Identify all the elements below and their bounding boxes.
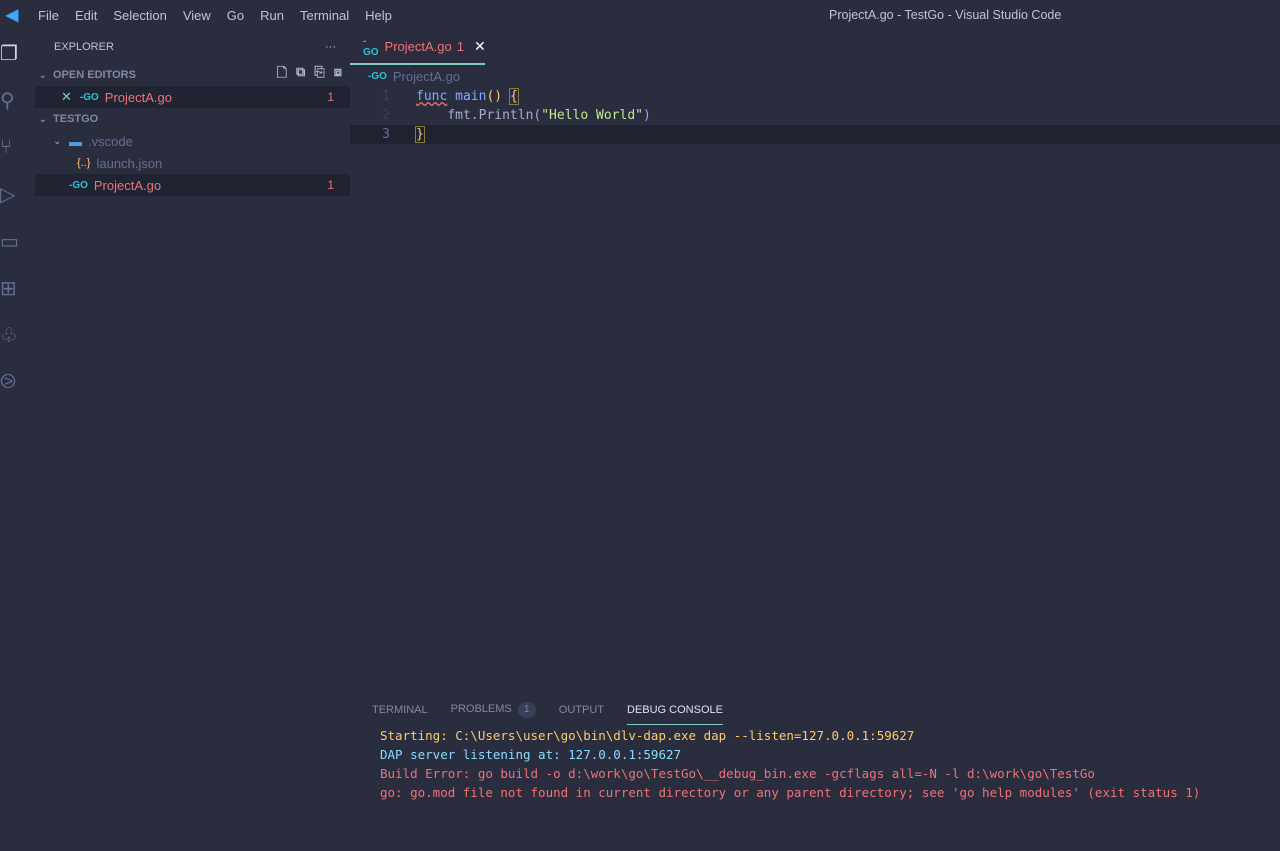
folder-icon: ▬	[69, 133, 82, 149]
json-file-icon: {..}	[77, 157, 91, 169]
source-control-icon[interactable]: ⑂	[0, 124, 24, 171]
menu-file[interactable]: File	[30, 8, 67, 23]
powershell-icon[interactable]: ⧁	[0, 359, 24, 406]
parens: ()	[486, 89, 503, 104]
open-editor-item[interactable]: ✕ -GO ProjectA.go 1	[35, 86, 350, 108]
brace: }	[415, 126, 425, 143]
file-name: ProjectA.go	[93, 177, 162, 193]
vscode-logo-icon: ◀	[5, 7, 19, 24]
section-label: OPEN EDITORS	[53, 69, 136, 81]
more-actions-button[interactable]: ···	[325, 41, 336, 53]
line-number: 1	[382, 89, 390, 104]
search-icon[interactable]: ⚲	[0, 77, 24, 124]
close-icon[interactable]: ✕	[474, 38, 486, 55]
file-item[interactable]: {..} launch.json	[35, 152, 350, 174]
menu-selection[interactable]: Selection	[105, 8, 174, 23]
console-line: Starting: C:\Users\user\go\bin\dlv-dap.e…	[380, 728, 915, 743]
tab-label: ProjectA.go	[384, 39, 452, 54]
code-editor[interactable]: 1 func main() { 2 fmt.Println("Hello Worl…	[350, 87, 1280, 144]
problem-badge: 1	[327, 178, 334, 192]
breadcrumb-file[interactable]: ProjectA.go	[393, 69, 460, 84]
console-line: go: go.mod file not found in current dir…	[380, 785, 1201, 800]
go-file-icon: -GO	[368, 70, 387, 82]
bottom-panel: TERMINAL PROBLEMS 1 OUTPUT DEBUG CONSOLE …	[350, 695, 1280, 851]
open-editors-section[interactable]: ⌄ OPEN EDITORS 🗋 ⧉ ⎘ ⧈	[35, 64, 350, 86]
window-title: ProjectA.go - TestGo - Visual Studio Cod…	[829, 8, 1062, 22]
problems-count-badge: 1	[517, 702, 536, 718]
tab-label: PROBLEMS	[450, 703, 512, 715]
tab-projecta-go[interactable]: -GO ProjectA.go 1 ✕	[350, 30, 486, 65]
breadcrumb[interactable]: -GO ProjectA.go	[350, 65, 1280, 87]
new-file-icon[interactable]: 🗋	[277, 64, 287, 86]
tab-debug-console[interactable]: DEBUG CONSOLE	[627, 695, 723, 725]
menu-go[interactable]: Go	[219, 8, 252, 23]
problem-badge: 1	[456, 39, 464, 54]
activity-bar: ❐ ⚲ ⑂ ▷ ▭ ⊞ ♧ ⧁	[0, 30, 24, 851]
function-name: main	[455, 89, 487, 104]
line-number: 3	[382, 127, 390, 142]
code-line: 3}	[350, 125, 1280, 144]
explorer-title: EXPLORER	[54, 41, 114, 53]
close-icon[interactable]: ✕	[61, 89, 72, 105]
editor-area: -GO ProjectA.go 1 ✕ -GO ProjectA.go 1 func…	[350, 30, 1280, 695]
identifier: fmt.Println	[447, 108, 534, 123]
explorer-icon[interactable]: ❐	[0, 30, 24, 77]
explorer-sidebar: EXPLORER ··· ⌄ OPEN EDITORS 🗋 ⧉ ⎘ ⧈ ✕ -GO Pro…	[35, 30, 350, 851]
file-item[interactable]: -GO ProjectA.go 1	[35, 174, 350, 196]
string-literal: "Hello World"	[541, 108, 643, 123]
remote-explorer-icon[interactable]: ▭	[0, 218, 24, 265]
code-line: 1 func main() {	[350, 87, 1280, 106]
chevron-down-icon: ⌄	[39, 113, 47, 124]
tab-terminal[interactable]: TERMINAL	[372, 704, 428, 716]
line-number: 2	[382, 108, 390, 123]
tree-icon[interactable]: ♧	[0, 312, 24, 359]
menu-edit[interactable]: Edit	[67, 8, 105, 23]
menu-help[interactable]: Help	[357, 8, 400, 23]
debug-console-output[interactable]: Starting: C:\Users\user\go\bin\dlv-dap.e…	[350, 725, 1280, 802]
extensions-icon[interactable]: ⊞	[0, 265, 24, 312]
brace: {	[508, 88, 519, 105]
close-all-icon[interactable]: ⧈	[334, 64, 342, 86]
keyword: func	[416, 89, 448, 104]
title-bar: ◀ File Edit Selection View Go Run Termin…	[0, 0, 1280, 30]
go-file-icon: -GO	[69, 179, 88, 191]
console-line: Build Error: go build -o d:\work\go\Test…	[380, 766, 1095, 781]
go-file-icon: -GO	[79, 91, 99, 103]
file-name: launch.json	[96, 155, 163, 171]
workspace-section[interactable]: ⌄ TESTGO	[35, 108, 350, 130]
code-line: 2 fmt.Println("Hello World")	[350, 106, 1280, 125]
chevron-down-icon: ⌄	[39, 69, 47, 80]
run-debug-icon[interactable]: ▷	[0, 171, 24, 218]
folder-name: .vscode	[88, 133, 133, 149]
menu-terminal[interactable]: Terminal	[292, 8, 357, 23]
folder-item[interactable]: ⌄ ▬ .vscode	[35, 130, 350, 152]
paren: )	[642, 108, 651, 123]
menu-view[interactable]: View	[175, 8, 219, 23]
tab-problems[interactable]: PROBLEMS 1	[451, 702, 536, 718]
save-all-icon[interactable]: ⎘	[314, 64, 324, 86]
tab-output[interactable]: OUTPUT	[559, 704, 604, 716]
file-name: ProjectA.go	[104, 89, 172, 105]
console-line: DAP server listening at: 127.0.0.1:59627	[380, 747, 682, 762]
go-file-icon: -GO	[363, 35, 379, 58]
new-folder-icon[interactable]: ⧉	[296, 64, 305, 86]
section-label: TESTGO	[53, 113, 99, 125]
menu-run[interactable]: Run	[252, 8, 292, 23]
chevron-down-icon: ⌄	[53, 135, 62, 147]
problem-badge: 1	[327, 90, 334, 104]
menu-bar: File Edit Selection View Go Run Terminal…	[30, 8, 400, 23]
